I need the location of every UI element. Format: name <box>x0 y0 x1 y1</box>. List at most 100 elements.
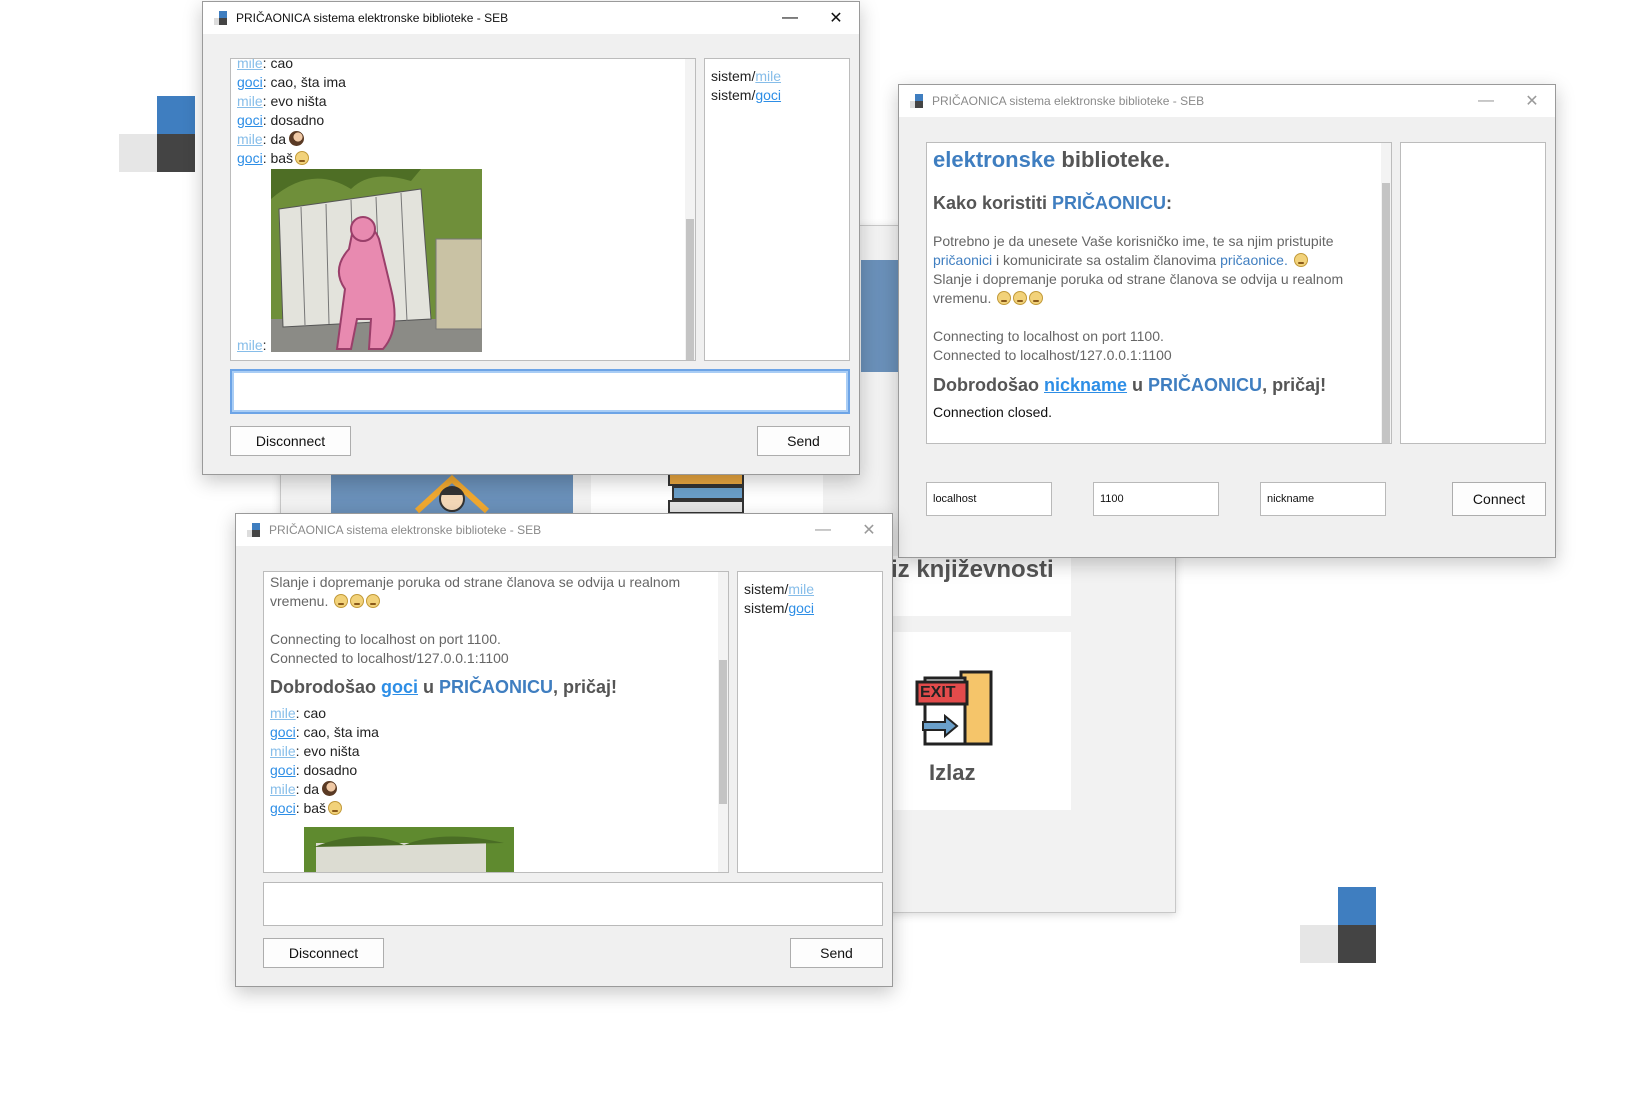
message-nick-link[interactable]: goci <box>270 724 296 740</box>
user-list-item[interactable]: sistem/mile <box>711 67 843 86</box>
window-title: PRIČAONICA sistema elektronske bibliotek… <box>236 11 509 25</box>
user-list-pane[interactable]: sistem/mile sistem/goci <box>737 571 883 873</box>
app-icon <box>213 10 229 26</box>
chat-message: goci: baš <box>270 799 722 818</box>
chat-message: mile: <box>231 336 273 355</box>
minimize-icon[interactable]: — <box>1463 85 1509 117</box>
connect-button[interactable]: Connect <box>1452 482 1546 516</box>
howto-heading: Kako koristiti PRIČAONICU: <box>933 193 1385 214</box>
menu-tile-label: Izlaz <box>929 760 976 785</box>
message-nick-link[interactable]: goci <box>237 74 263 90</box>
nickname-field[interactable]: nickname <box>1260 482 1386 516</box>
chat-history-pane[interactable]: elektronske biblioteke. Kako koristiti P… <box>926 142 1392 444</box>
chat-message: mile: evo ništa <box>270 742 722 761</box>
menu-tile-blue[interactable] <box>861 260 901 372</box>
message-text: : da <box>295 781 320 797</box>
user-nick-link[interactable]: goci <box>788 600 814 616</box>
message-nick-link[interactable]: mile <box>237 93 263 109</box>
user-list-item[interactable]: sistem/goci <box>711 86 843 105</box>
message-nick-link[interactable]: goci <box>270 800 296 816</box>
send-button[interactable]: Send <box>757 426 850 456</box>
title-bar[interactable]: PRIČAONICA sistema elektronske bibliotek… <box>899 85 1555 117</box>
message-nick-link[interactable]: mile <box>270 705 296 721</box>
welcome-nick-link[interactable]: goci <box>381 677 418 697</box>
disconnect-button[interactable]: Disconnect <box>230 426 351 456</box>
user-list-item[interactable]: sistem/mile <box>744 580 876 599</box>
scrollbar[interactable] <box>718 572 728 872</box>
message-nick-link[interactable]: mile <box>237 131 263 147</box>
logo-square-dark <box>157 134 195 172</box>
status-line: Connected to localhost/127.0.0.1:1100 <box>270 650 509 666</box>
close-icon[interactable]: ✕ <box>846 514 892 546</box>
send-button[interactable]: Send <box>790 938 883 968</box>
chat-message: goci: dosadno <box>237 111 689 130</box>
message-nick-link[interactable]: goci <box>237 112 263 128</box>
user-nick-link[interactable]: mile <box>788 581 814 597</box>
message-nick-link[interactable]: mile <box>270 781 296 797</box>
message-text: : baš <box>262 150 294 166</box>
scrollbar-thumb[interactable] <box>1382 183 1390 443</box>
link-pricaonici[interactable]: pričaonici <box>933 252 992 268</box>
welcome-nick-link[interactable]: nickname <box>1044 375 1127 395</box>
link-pricaonice[interactable]: pričaonice. <box>1220 252 1288 268</box>
avatar-emoji-icon <box>322 781 338 796</box>
scrollbar[interactable] <box>1381 143 1391 443</box>
menu-tile-account[interactable] <box>331 471 573 516</box>
window-title: PRIČAONICA sistema elektronske bibliotek… <box>269 523 542 537</box>
user-nick-link[interactable]: goci <box>755 87 781 103</box>
disconnect-button[interactable]: Disconnect <box>263 938 384 968</box>
info-line: Potrebno je da unesete Vaše korisničko i… <box>933 233 1334 249</box>
message-text: : baš <box>295 800 327 816</box>
user-nick-link[interactable]: mile <box>755 68 781 84</box>
message-nick-link[interactable]: mile <box>237 59 263 71</box>
smile-emoji-icon <box>328 801 343 815</box>
scrollbar-thumb[interactable] <box>719 660 727 804</box>
menu-tile-izlaz[interactable]: EXIT Izlaz <box>891 632 1071 810</box>
host-field[interactable]: localhost <box>926 482 1052 516</box>
message-text: : dosadno <box>262 112 325 128</box>
title-bar[interactable]: PRIČAONICA sistema elektronske bibliotek… <box>203 2 859 34</box>
message-text: : dosadno <box>295 762 358 778</box>
info-text: vremenu. <box>933 290 992 306</box>
exit-door-icon <box>915 670 993 746</box>
message-text: : <box>262 337 267 353</box>
menu-tile-knjizevnost[interactable]: iz književnosti <box>891 556 1071 616</box>
chat-window-mile: PRIČAONICA sistema elektronske bibliotek… <box>202 1 860 475</box>
smile-emoji-icon <box>1013 291 1028 305</box>
minimize-icon[interactable]: — <box>767 2 813 34</box>
chat-message: goci: cao, šta ima <box>237 73 689 92</box>
message-nick-link[interactable]: mile <box>270 743 296 759</box>
scrollbar-thumb[interactable] <box>686 219 694 360</box>
message-nick-link[interactable]: goci <box>237 150 263 166</box>
port-field[interactable]: 1100 <box>1093 482 1219 516</box>
exit-sign-text: EXIT <box>920 684 956 701</box>
user-list-pane[interactable] <box>1400 142 1546 444</box>
info-line: vremenu. <box>933 289 1385 308</box>
chat-history-pane[interactable]: mile: cao goci: cao, šta ima mile: evo n… <box>230 58 696 361</box>
menu-tile-books[interactable] <box>591 471 823 516</box>
message-nick-link[interactable]: goci <box>270 762 296 778</box>
chat-message: mile: da <box>270 780 722 799</box>
minimize-icon[interactable]: — <box>800 514 846 546</box>
close-icon[interactable]: ✕ <box>1509 85 1555 117</box>
message-input[interactable] <box>263 882 883 926</box>
info-line: vremenu. <box>270 592 722 611</box>
user-list-pane[interactable]: sistem/mile sistem/goci <box>704 58 850 361</box>
status-line: Connected to localhost/127.0.0.1:1100 <box>933 347 1172 363</box>
title-bar[interactable]: PRIČAONICA sistema elektronske bibliotek… <box>236 514 892 546</box>
heading-rest: biblioteke. <box>1055 147 1171 172</box>
heading: elektronske biblioteke. <box>933 147 1385 173</box>
info-paragraph: Potrebno je da unesete Vaše korisničko i… <box>933 232 1385 365</box>
scrollbar[interactable] <box>685 59 695 360</box>
user-list-item[interactable]: sistem/goci <box>744 599 876 618</box>
message-input[interactable] <box>230 369 850 414</box>
chat-history-pane[interactable]: Slanje i dopremanje poruka od strane čla… <box>263 571 729 873</box>
message-nick-link[interactable]: mile <box>237 337 263 353</box>
chat-message: goci: baš <box>237 149 689 168</box>
howto-room: PRIČAONICU <box>1052 193 1167 213</box>
welcome-mid: u <box>418 677 440 697</box>
close-icon[interactable]: ✕ <box>813 2 859 34</box>
howto-pre: Kako koristiti <box>933 193 1053 213</box>
chat-message: mile: cao <box>270 704 722 723</box>
smile-emoji-icon <box>366 594 381 608</box>
